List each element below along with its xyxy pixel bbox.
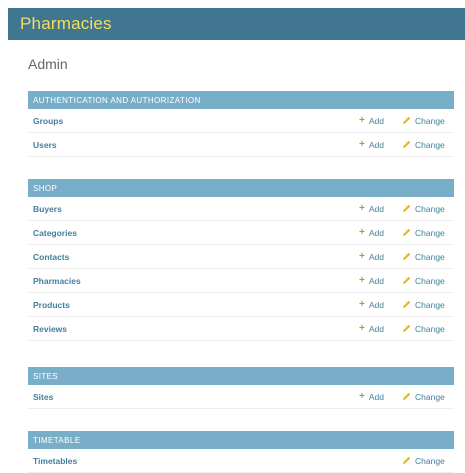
- add-link[interactable]: + Add: [359, 298, 384, 310]
- app-caption-link[interactable]: Authentication and Authorization: [28, 91, 454, 109]
- pencil-icon: [402, 392, 411, 401]
- add-link[interactable]: + Add: [359, 202, 384, 214]
- change-link[interactable]: Change: [402, 252, 445, 262]
- change-link[interactable]: Change: [402, 204, 445, 214]
- change-label: Change: [415, 391, 445, 402]
- change-label: Change: [415, 115, 445, 126]
- model-link-reviews[interactable]: Reviews: [33, 324, 67, 334]
- model-link-products[interactable]: Products: [33, 300, 70, 310]
- change-label: Change: [415, 139, 445, 150]
- model-link-sites[interactable]: Sites: [33, 392, 53, 402]
- add-label: Add: [368, 391, 384, 402]
- pencil-icon: [402, 252, 411, 261]
- app-module-timetable: Timetable Timetables Change: [28, 431, 454, 473]
- add-link[interactable]: + Add: [359, 250, 384, 262]
- plus-icon: +: [359, 274, 365, 286]
- model-row-users: Users + Add Change: [28, 133, 454, 157]
- change-link[interactable]: Change: [402, 392, 445, 402]
- model-row-contacts: Contacts + Add Change: [28, 245, 454, 269]
- change-label: Change: [415, 227, 445, 238]
- change-link[interactable]: Change: [402, 276, 445, 286]
- model-row-groups: Groups + Add Change: [28, 109, 454, 133]
- change-label: Change: [415, 323, 445, 334]
- model-row-timetables: Timetables Change: [28, 449, 454, 473]
- app-caption-link[interactable]: Shop: [28, 179, 454, 197]
- change-label: Change: [415, 275, 445, 286]
- add-link[interactable]: + Add: [359, 322, 384, 334]
- model-link-timetables[interactable]: Timetables: [33, 456, 77, 466]
- site-name-link[interactable]: Pharmacies: [20, 14, 112, 34]
- plus-icon: +: [359, 202, 365, 214]
- add-link[interactable]: + Add: [359, 138, 384, 150]
- change-link[interactable]: Change: [402, 300, 445, 310]
- model-link-users[interactable]: Users: [33, 140, 57, 150]
- plus-icon: +: [359, 114, 365, 126]
- model-row-categories: Categories + Add Change: [28, 221, 454, 245]
- model-link-pharmacies[interactable]: Pharmacies: [33, 276, 81, 286]
- change-label: Change: [415, 251, 445, 262]
- model-link-contacts[interactable]: Contacts: [33, 252, 69, 262]
- plus-icon: +: [359, 298, 365, 310]
- pencil-icon: [402, 300, 411, 309]
- add-label: Add: [368, 323, 384, 334]
- pencil-icon: [402, 456, 411, 465]
- add-label: Add: [368, 251, 384, 262]
- pencil-icon: [402, 116, 411, 125]
- model-link-groups[interactable]: Groups: [33, 116, 63, 126]
- app-module-shop: Shop Buyers + Add Change Categories + Add Change…: [28, 179, 454, 341]
- add-label: Add: [368, 115, 384, 126]
- plus-icon: +: [359, 250, 365, 262]
- add-label: Add: [368, 227, 384, 238]
- plus-icon: +: [359, 390, 365, 402]
- app-caption-link[interactable]: Sites: [28, 367, 454, 385]
- pencil-icon: [402, 140, 411, 149]
- plus-icon: +: [359, 322, 365, 334]
- change-label: Change: [415, 299, 445, 310]
- add-label: Add: [368, 299, 384, 310]
- pencil-icon: [402, 228, 411, 237]
- change-link[interactable]: Change: [402, 116, 445, 126]
- add-link[interactable]: + Add: [359, 390, 384, 402]
- change-label: Change: [415, 455, 445, 466]
- add-label: Add: [368, 203, 384, 214]
- app-caption-link[interactable]: Timetable: [28, 431, 454, 449]
- app-module-sites: Sites Sites + Add Change: [28, 367, 454, 409]
- change-link[interactable]: Change: [402, 324, 445, 334]
- model-row-pharmacies: Pharmacies + Add Change: [28, 269, 454, 293]
- pencil-icon: [402, 204, 411, 213]
- app-module-authentication-and-authorization: Authentication and Authorization Groups + A…: [28, 91, 454, 157]
- pencil-icon: [402, 324, 411, 333]
- model-row-sites: Sites + Add Change: [28, 385, 454, 409]
- model-row-buyers: Buyers + Add Change: [28, 197, 454, 221]
- change-label: Change: [415, 203, 445, 214]
- add-label: Add: [368, 275, 384, 286]
- add-link[interactable]: + Add: [359, 226, 384, 238]
- model-row-reviews: Reviews + Add Change: [28, 317, 454, 341]
- plus-icon: +: [359, 138, 365, 150]
- change-link[interactable]: Change: [402, 228, 445, 238]
- model-link-categories[interactable]: Categories: [33, 228, 77, 238]
- change-link[interactable]: Change: [402, 140, 445, 150]
- model-row-products: Products + Add Change: [28, 293, 454, 317]
- pencil-icon: [402, 276, 411, 285]
- site-header: Pharmacies: [8, 8, 465, 40]
- model-link-buyers[interactable]: Buyers: [33, 204, 62, 214]
- add-label: Add: [368, 139, 384, 150]
- change-link[interactable]: Change: [402, 456, 445, 466]
- add-link[interactable]: + Add: [359, 114, 384, 126]
- add-link[interactable]: + Add: [359, 274, 384, 286]
- plus-icon: +: [359, 226, 365, 238]
- page-title: Admin: [28, 56, 68, 72]
